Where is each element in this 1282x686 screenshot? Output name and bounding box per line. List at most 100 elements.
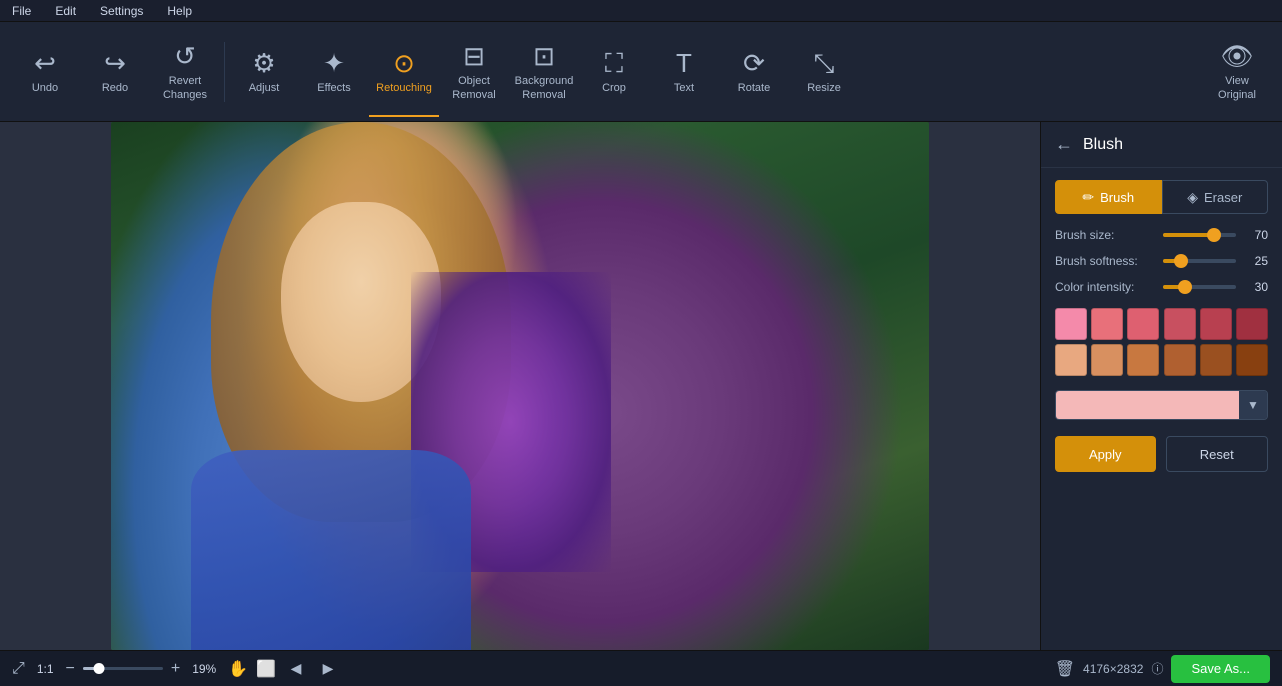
resize-icon: ⤡ (814, 50, 835, 76)
photo-canvas (111, 122, 929, 650)
effects-label: Effects (317, 82, 350, 95)
swatch-7[interactable] (1091, 344, 1123, 376)
revert-button[interactable]: ↺ Revert Changes (150, 27, 220, 117)
color-intensity-value: 30 (1244, 280, 1268, 294)
menu-help[interactable]: Help (163, 2, 196, 20)
pan-tool-button[interactable]: ✋ (228, 659, 248, 679)
swatch-9[interactable] (1164, 344, 1196, 376)
brush-size-thumb[interactable] (1207, 228, 1221, 242)
view-original-icon: 👁 (1220, 43, 1253, 69)
brush-softness-label: Brush softness: (1055, 254, 1155, 268)
zoom-thumb[interactable] (93, 663, 104, 674)
swatch-6[interactable] (1055, 344, 1087, 376)
swatch-11[interactable] (1236, 344, 1268, 376)
swatch-0[interactable] (1055, 308, 1087, 340)
select-tool-button[interactable]: ⬜ (256, 659, 276, 679)
toolbar: ↩ Undo ↪ Redo ↺ Revert Changes ⚙ Adjust … (0, 22, 1282, 122)
menu-edit[interactable]: Edit (51, 2, 80, 20)
undo-icon: ↩ (34, 50, 56, 76)
right-panel: ← Blush ✏ Brush ◈ Eraser Brush size: 70 (1040, 122, 1282, 650)
background-removal-label: Background Removal (515, 75, 574, 101)
brush-icon: ✏ (1082, 189, 1094, 206)
brush-button[interactable]: ✏ Brush (1055, 180, 1162, 214)
zoom-in-button[interactable]: + (171, 660, 180, 678)
background-removal-button[interactable]: ⊡ Background Removal (509, 27, 579, 117)
dress-layer (191, 450, 471, 650)
zoom-out-button[interactable]: − (66, 660, 75, 678)
menu-file[interactable]: File (8, 2, 35, 20)
swatch-10[interactable] (1200, 344, 1232, 376)
main-content: ← Blush ✏ Brush ◈ Eraser Brush size: 70 (0, 122, 1282, 650)
reset-button[interactable]: Reset (1166, 436, 1269, 472)
canvas-area[interactable] (0, 122, 1040, 650)
brush-label: Brush (1100, 190, 1134, 205)
crop-label: Crop (602, 82, 626, 95)
action-buttons: Apply Reset (1055, 436, 1268, 472)
brush-size-label: Brush size: (1055, 228, 1155, 242)
swatch-2[interactable] (1127, 308, 1159, 340)
save-as-button[interactable]: Save As... (1171, 655, 1270, 683)
swatches-grid (1041, 300, 1282, 384)
brush-softness-thumb[interactable] (1174, 254, 1188, 268)
view-original-label: View Original (1218, 75, 1256, 101)
menu-settings[interactable]: Settings (96, 2, 147, 20)
swatch-8[interactable] (1127, 344, 1159, 376)
undo-button[interactable]: ↩ Undo (10, 27, 80, 117)
color-intensity-thumb[interactable] (1178, 280, 1192, 294)
brush-softness-row: Brush softness: 25 (1041, 248, 1282, 274)
info-icon[interactable]: ⓘ (1151, 660, 1163, 677)
redo-button[interactable]: ↪ Redo (80, 27, 150, 117)
zoom-percent: 19% (192, 662, 216, 676)
view-original-button[interactable]: 👁 View Original (1202, 27, 1272, 117)
swatch-1[interactable] (1091, 308, 1123, 340)
panel-title: Blush (1083, 136, 1123, 154)
crop-button[interactable]: ⛶ Crop (579, 27, 649, 117)
adjust-label: Adjust (249, 82, 280, 95)
color-intensity-label: Color intensity: (1055, 280, 1155, 294)
background-removal-icon: ⊡ (533, 43, 555, 69)
eraser-icon: ◈ (1187, 189, 1198, 206)
rotate-button[interactable]: ⟳ Rotate (719, 27, 789, 117)
chevron-down-icon: ▼ (1247, 398, 1259, 412)
eraser-button[interactable]: ◈ Eraser (1162, 180, 1269, 214)
brush-size-slider[interactable] (1163, 233, 1236, 237)
text-icon: T (676, 50, 692, 76)
rotate-icon: ⟳ (743, 50, 765, 76)
object-removal-button[interactable]: ⊟ Object Removal (439, 27, 509, 117)
redo-icon: ↪ (104, 50, 126, 76)
next-image-button[interactable]: ▶ (316, 657, 340, 681)
object-removal-icon: ⊟ (463, 43, 485, 69)
zoom-ratio: 1:1 (37, 662, 54, 676)
resize-button[interactable]: ⤡ Resize (789, 27, 859, 117)
revert-label: Revert Changes (163, 75, 207, 101)
zoom-slider[interactable] (83, 667, 163, 670)
swatch-5[interactable] (1236, 308, 1268, 340)
tool-toggle: ✏ Brush ◈ Eraser (1055, 180, 1268, 214)
menu-bar: File Edit Settings Help (0, 0, 1282, 22)
back-button[interactable]: ← (1055, 134, 1073, 155)
rotate-label: Rotate (738, 82, 770, 95)
brush-softness-slider[interactable] (1163, 259, 1236, 263)
brush-softness-value: 25 (1244, 254, 1268, 268)
redo-label: Redo (102, 82, 128, 95)
prev-image-button[interactable]: ◀ (284, 657, 308, 681)
retouching-button[interactable]: ⊙ Retouching (369, 27, 439, 117)
apply-button[interactable]: Apply (1055, 436, 1156, 472)
color-intensity-slider[interactable] (1163, 285, 1236, 289)
undo-label: Undo (32, 82, 58, 95)
panel-header: ← Blush (1041, 122, 1282, 168)
retouching-label: Retouching (376, 82, 432, 95)
adjust-button[interactable]: ⚙ Adjust (229, 27, 299, 117)
effects-button[interactable]: ✦ Effects (299, 27, 369, 117)
color-dropdown-button[interactable]: ▼ (1239, 391, 1267, 419)
revert-icon: ↺ (174, 43, 196, 69)
effects-icon: ✦ (323, 50, 345, 76)
fit-screen-button[interactable]: ⤢ (12, 660, 25, 678)
swatch-3[interactable] (1164, 308, 1196, 340)
color-preview[interactable] (1056, 391, 1239, 419)
bottom-bar: ⤢ 1:1 − + 19% ✋ ⬜ ◀ ▶ 🗑 4176×2832 ⓘ Save… (0, 650, 1282, 686)
swatch-4[interactable] (1200, 308, 1232, 340)
text-button[interactable]: T Text (649, 27, 719, 117)
resize-label: Resize (807, 82, 841, 95)
delete-button[interactable]: 🗑 (1055, 659, 1075, 679)
